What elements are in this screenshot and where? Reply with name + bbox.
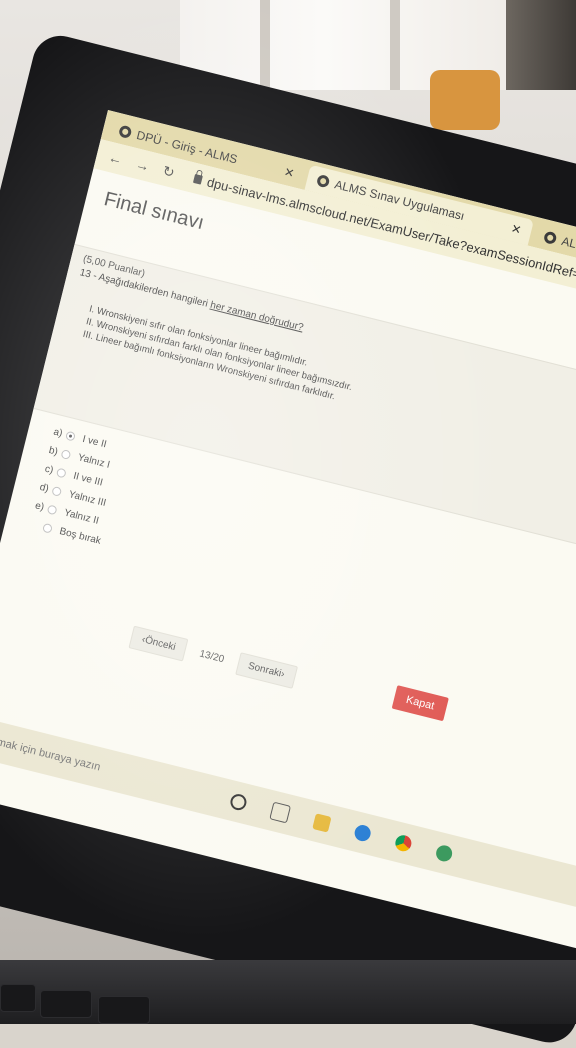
taskbar-search[interactable]: Aramak için buraya yazın: [0, 725, 207, 800]
previous-label: Önceki: [143, 634, 177, 654]
close-tab-icon[interactable]: ✕: [283, 165, 296, 181]
page-title: Final sınavı: [101, 188, 207, 235]
tab-label: ALM: [560, 233, 576, 254]
chrome-icon[interactable]: [393, 833, 414, 853]
radio-icon[interactable]: [55, 467, 67, 479]
radio-checked-icon[interactable]: [65, 430, 76, 442]
question-box: (5,00 Puanlar) 13 - Aşağıdakilerden hang…: [33, 243, 576, 584]
close-exam-button[interactable]: Kapat: [391, 685, 449, 722]
close-tab-icon[interactable]: ✕: [510, 221, 523, 237]
question-navigation: ‹Önceki 13/20 Sonraki›: [128, 625, 298, 689]
window-frame: [260, 0, 270, 90]
laptop-keyboard: [0, 960, 576, 1024]
page-indicator: 13/20: [198, 648, 226, 666]
radio-icon[interactable]: [46, 504, 58, 516]
lock-icon: [192, 173, 203, 185]
radio-icon[interactable]: [60, 449, 72, 461]
keyboard-key: [0, 984, 36, 1012]
answer-options: a) I ve II b) Yalnız I c) II ve III d) Y…: [23, 421, 126, 550]
radio-icon[interactable]: [51, 485, 63, 497]
back-icon[interactable]: ←: [107, 149, 124, 168]
file-explorer-icon[interactable]: [312, 813, 332, 833]
previous-button[interactable]: ‹Önceki: [128, 625, 189, 662]
cortana-icon[interactable]: [228, 792, 249, 812]
option-letter: a): [52, 426, 64, 440]
search-placeholder: Aramak için buraya yazın: [0, 731, 102, 774]
reload-icon[interactable]: ↻: [161, 162, 176, 181]
forward-icon[interactable]: →: [134, 156, 151, 175]
option-letter: c): [43, 463, 55, 477]
next-label: Sonraki: [246, 660, 283, 680]
question-stem: Aşağıdakilerden hangileri: [97, 271, 212, 311]
next-button[interactable]: Sonraki›: [234, 652, 298, 689]
statement-2: II. Wronskiyeni sıfırdan farklı olan fon…: [84, 316, 354, 394]
edge-icon[interactable]: [352, 823, 373, 843]
favicon-icon: [542, 230, 558, 246]
option-label: I ve II: [81, 433, 108, 451]
favicon-icon: [117, 124, 133, 140]
question-emphasis: her zaman doğrudur?: [209, 299, 305, 334]
question-number: 13 -: [78, 267, 98, 283]
option-letter: e): [33, 500, 46, 514]
radio-icon[interactable]: [42, 522, 53, 534]
option-letter: b): [47, 445, 59, 458]
option-letter: [26, 523, 40, 526]
option-letter: d): [38, 481, 50, 495]
keyboard-key: [40, 990, 92, 1018]
statement-list: I. Wronskiyeni sıfır olan fonksiyonlar l…: [81, 303, 356, 407]
curtain: [506, 0, 576, 90]
chair: [430, 70, 500, 130]
app-icon[interactable]: [434, 843, 454, 864]
task-view-icon[interactable]: [269, 801, 292, 824]
window-frame: [390, 0, 400, 90]
favicon-icon: [315, 173, 331, 189]
keyboard-key: [98, 996, 150, 1024]
